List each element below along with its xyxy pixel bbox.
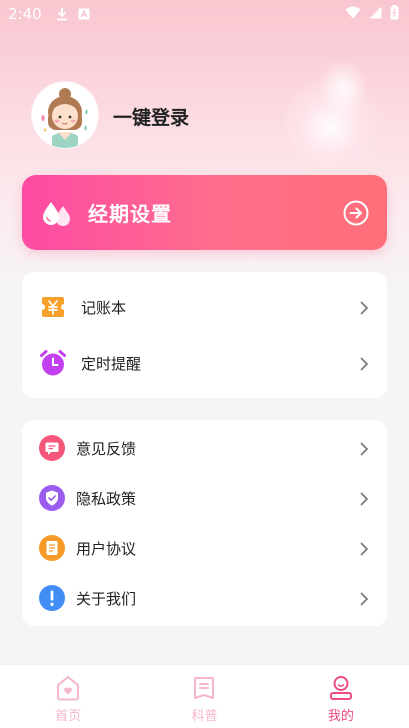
menu-item-label: 定时提醒 — [81, 354, 142, 373]
tab-label: 首页 — [55, 709, 82, 724]
shield-check-icon — [39, 485, 65, 511]
girl-avatar-icon — [32, 82, 98, 148]
menu-item-label: 用户协议 — [76, 539, 137, 558]
menu-item-ledger[interactable]: 记账本 — [22, 279, 387, 335]
menu-item-feedback[interactable]: 意见反馈 — [22, 423, 387, 473]
status-time: 2:40 — [8, 5, 42, 23]
signal-icon — [369, 6, 382, 23]
menu-item-label: 记账本 — [81, 298, 127, 317]
yuan-ticket-icon — [39, 293, 67, 321]
download-icon — [56, 7, 68, 21]
chevron-right-icon — [359, 300, 369, 315]
profile-icon — [329, 675, 353, 701]
avatar[interactable] — [32, 82, 98, 148]
info-icon — [39, 585, 65, 611]
status-bar: 2:40 — [0, 0, 409, 28]
battery-icon — [390, 4, 399, 24]
menu-item-user-agreement[interactable]: 用户协议 — [22, 523, 387, 573]
menu-item-timed-reminder[interactable]: 定时提醒 — [22, 335, 387, 391]
chevron-right-icon — [359, 356, 369, 371]
document-icon — [39, 535, 65, 561]
notification-a-icon — [78, 8, 90, 20]
period-settings-card[interactable]: 经期设置 — [22, 175, 387, 250]
period-settings-title: 经期设置 — [88, 202, 172, 226]
drops-icon — [40, 196, 74, 230]
chevron-right-icon — [359, 441, 369, 456]
decorative-petal — [318, 58, 368, 118]
tools-card: 记账本 定时提醒 — [22, 272, 387, 398]
chevron-right-icon — [359, 591, 369, 606]
menu-item-privacy-policy[interactable]: 隐私政策 — [22, 473, 387, 523]
tab-science[interactable]: 科普 — [136, 665, 272, 728]
bottom-tab-bar: 首页 科普 我的 — [0, 664, 409, 728]
arrow-right-circle-icon[interactable] — [343, 200, 369, 226]
menu-item-label: 隐私政策 — [76, 489, 137, 508]
one-click-login-button[interactable]: 一键登录 — [113, 103, 189, 130]
alarm-clock-icon — [39, 349, 67, 377]
tab-mine[interactable]: 我的 — [273, 665, 409, 728]
book-icon — [192, 675, 216, 701]
menu-item-about-us[interactable]: 关于我们 — [22, 573, 387, 623]
wifi-icon — [345, 6, 361, 23]
chevron-right-icon — [359, 491, 369, 506]
chevron-right-icon — [359, 541, 369, 556]
home-heart-icon — [56, 675, 80, 701]
tab-home[interactable]: 首页 — [0, 665, 136, 728]
feedback-icon — [39, 435, 65, 461]
tab-label: 我的 — [327, 709, 354, 724]
header-background — [0, 0, 409, 300]
menu-item-label: 关于我们 — [76, 589, 137, 608]
settings-card: 意见反馈 隐私政策 用户协议 关于我们 — [22, 420, 387, 626]
menu-item-label: 意见反馈 — [76, 439, 137, 458]
tab-label: 科普 — [191, 709, 218, 724]
